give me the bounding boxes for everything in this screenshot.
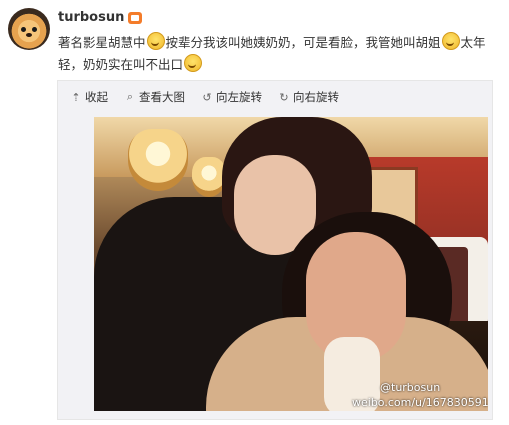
smile-emoji-icon xyxy=(441,32,460,50)
post-text: 著名影星胡慧中 按辈分我该叫她姨奶奶，可是看脸，我管她叫胡姐 太年轻，奶奶实在叫不出… xyxy=(58,32,498,76)
username[interactable]: turbosun xyxy=(58,10,143,25)
rotate-left-icon: ↺ xyxy=(202,90,212,104)
post-text-segment-1: 著名影星胡慧中 xyxy=(58,35,146,50)
watermark-handle: @turbosun xyxy=(380,381,441,394)
smile-emoji-icon xyxy=(146,32,165,50)
view-large-button[interactable]: ⌕ 查看大图 xyxy=(124,89,185,105)
media-box: ⇡ 收起 ⌕ 查看大图 ↺ 向左旋转 ↻ 向右旋转 @turbosun weib… xyxy=(57,80,493,420)
watermark-url: weibo.com/u/1678305910 xyxy=(352,396,488,409)
post-photo[interactable]: @turbosun weibo.com/u/1678305910 xyxy=(94,117,488,411)
media-toolbar: ⇡ 收起 ⌕ 查看大图 ↺ 向左旋转 ↻ 向右旋转 xyxy=(70,89,339,105)
chandelier-left xyxy=(128,129,188,191)
view-large-label: 查看大图 xyxy=(139,90,185,104)
smile-emoji-icon xyxy=(184,54,203,72)
rotate-left-button[interactable]: ↺ 向左旋转 xyxy=(201,89,262,105)
rotate-right-button[interactable]: ↻ 向右旋转 xyxy=(278,89,339,105)
member-badge-icon xyxy=(128,11,143,24)
rotate-right-icon: ↻ xyxy=(279,90,289,104)
post-text-segment-2: 按辈分我该叫她姨奶奶，可是看脸，我管她叫胡姐 xyxy=(165,35,441,50)
username-text[interactable]: turbosun xyxy=(58,10,124,25)
avatar[interactable] xyxy=(8,8,50,50)
magnifier-icon: ⌕ xyxy=(126,90,134,103)
rotate-left-label: 向左旋转 xyxy=(216,90,262,104)
chandelier-middle xyxy=(192,157,226,197)
collapse-up-icon: ⇡ xyxy=(71,90,81,104)
collapse-button[interactable]: ⇡ 收起 xyxy=(70,89,108,105)
rotate-right-label: 向右旋转 xyxy=(293,90,339,104)
collapse-label: 收起 xyxy=(85,90,108,104)
